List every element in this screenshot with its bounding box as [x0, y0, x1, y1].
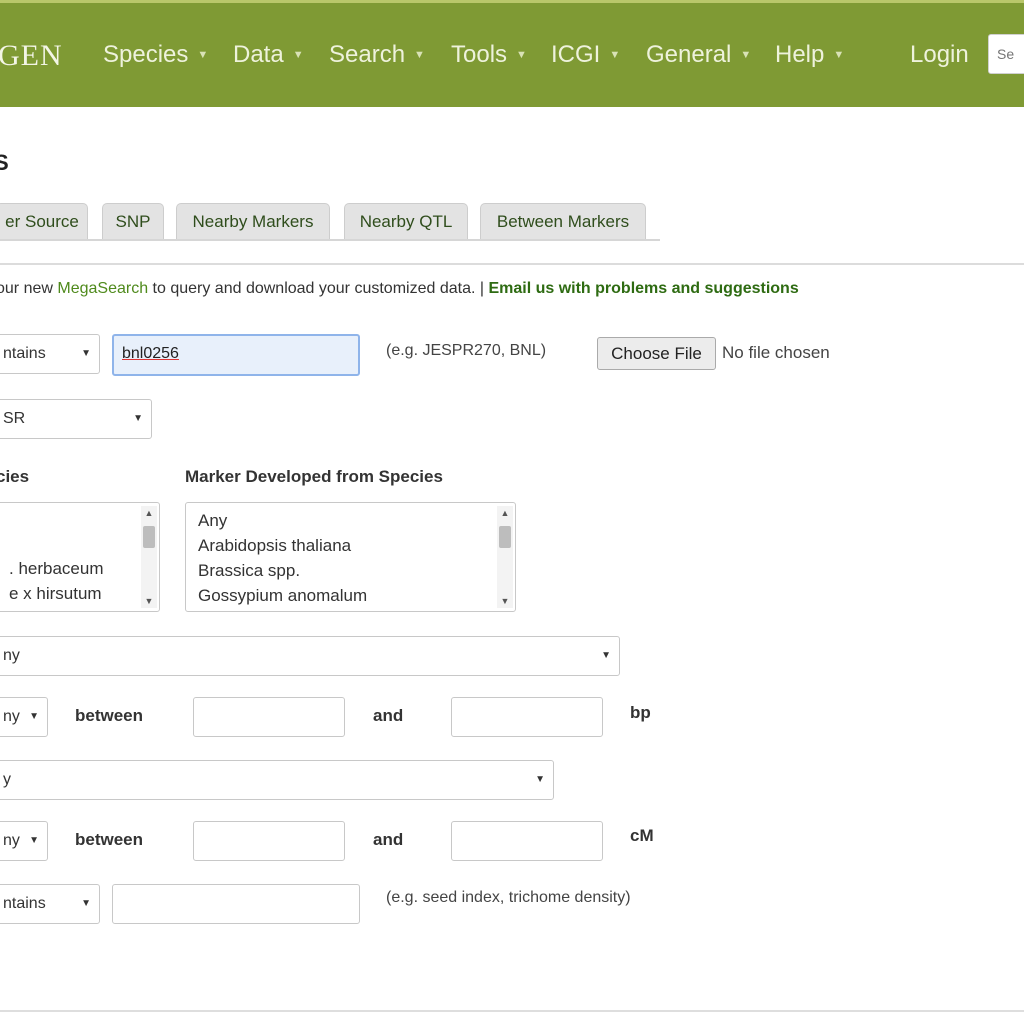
caret-down-icon: ▼ — [292, 49, 304, 61]
scroll-thumb[interactable] — [499, 526, 511, 548]
bp-between-label: between — [75, 706, 144, 725]
cm-end-input[interactable] — [451, 821, 603, 861]
cm-between-label: between — [75, 830, 144, 849]
bp-chromosome-value: ny — [3, 708, 20, 725]
tab-marker-source[interactable]: er Source — [0, 203, 88, 239]
tab-underline — [0, 239, 660, 241]
chevron-down-icon: ▼ — [601, 650, 611, 661]
cm-and-label: and — [373, 830, 404, 849]
info-middle: to query and download your customized da… — [148, 280, 489, 297]
genetic-map-select[interactable]: y ▼ — [0, 760, 554, 800]
nav-help[interactable]: Help ▼ — [775, 41, 844, 69]
chevron-down-icon: ▼ — [81, 898, 91, 909]
chevron-down-icon: ▼ — [133, 413, 143, 424]
species-listbox[interactable]: . herbaceum e x hirsutum ▲ ▼ — [0, 502, 160, 612]
genetic-map-value: y — [3, 771, 11, 788]
species-option[interactable]: . herbaceum — [9, 559, 104, 579]
nav-data-label: Data — [233, 41, 284, 68]
marker-name-value: bnl0256 — [122, 345, 179, 362]
nav-search[interactable]: Search ▼ — [329, 41, 425, 69]
tab-between-markers[interactable]: Between Markers — [480, 203, 646, 239]
marker-type-select[interactable]: SR ▼ — [0, 399, 152, 439]
nav-help-label: Help — [775, 41, 825, 68]
tab-snp[interactable]: SNP — [102, 203, 164, 239]
map-select[interactable]: ny ▼ — [0, 636, 620, 676]
nav-icgi-label: ICGI — [551, 41, 601, 68]
marker-name-input[interactable]: bnl0256 — [112, 334, 360, 376]
caret-down-icon: ▼ — [414, 49, 425, 61]
developed-option-any[interactable]: Any — [198, 511, 227, 531]
cm-start-input[interactable] — [193, 821, 345, 861]
chevron-down-icon: ▼ — [535, 774, 545, 785]
caret-down-icon: ▼ — [516, 49, 527, 61]
no-file-chosen-text: No file chosen — [722, 343, 830, 362]
megasearch-link[interactable]: MegaSearch — [57, 280, 148, 297]
species-scrollbar[interactable]: ▲ ▼ — [141, 506, 157, 608]
trait-operator-value: ntains — [3, 895, 46, 912]
chevron-down-icon: ▼ — [29, 711, 39, 722]
nav-tools-label: Tools — [451, 41, 508, 68]
nav-general[interactable]: General ▼ — [646, 41, 751, 69]
nav-data[interactable]: Data ▼ — [233, 41, 304, 69]
chevron-down-icon: ▼ — [29, 835, 39, 846]
bottom-divider — [0, 1010, 1024, 1012]
site-logo[interactable]: GEN — [0, 39, 63, 73]
trait-operator-select[interactable]: ntains ▼ — [0, 884, 100, 924]
bp-chromosome-select[interactable]: ny ▼ — [0, 697, 48, 737]
bp-start-input[interactable] — [193, 697, 345, 737]
caret-down-icon: ▼ — [833, 49, 845, 61]
cm-linkage-value: ny — [3, 832, 20, 849]
tab-nearby-qtl[interactable]: Nearby QTL — [344, 203, 468, 239]
trait-hint: (e.g. seed index, trichome density) — [386, 889, 631, 906]
nav-species-label: Species — [103, 41, 189, 68]
name-operator-value: ntains — [3, 345, 46, 362]
nav-species[interactable]: Species ▼ — [103, 41, 208, 69]
nav-tools[interactable]: Tools ▼ — [451, 41, 527, 69]
caret-down-icon: ▼ — [740, 49, 752, 61]
nav-icgi[interactable]: ICGI ▼ — [551, 41, 620, 69]
developed-option-gossypium-anomalum[interactable]: Gossypium anomalum — [198, 586, 367, 606]
scroll-down-icon[interactable]: ▼ — [497, 596, 513, 606]
developed-option-arabidopsis[interactable]: Arabidopsis thaliana — [198, 536, 351, 556]
species-option[interactable]: e x hirsutum — [9, 584, 102, 604]
login-link[interactable]: Login — [910, 41, 969, 69]
cm-unit-label: cM — [630, 826, 654, 845]
info-banner: our new MegaSearch to query and download… — [0, 280, 799, 298]
cm-linkage-select[interactable]: ny ▼ — [0, 821, 48, 861]
developed-option-brassica[interactable]: Brassica spp. — [198, 561, 300, 581]
site-search-input[interactable] — [988, 34, 1024, 74]
trait-input[interactable] — [112, 884, 360, 924]
scroll-down-icon[interactable]: ▼ — [141, 596, 157, 606]
name-operator-select[interactable]: ntains ▼ — [0, 334, 100, 374]
top-navbar: GEN Species ▼ Data ▼ Search ▼ Tools ▼ IC… — [0, 3, 1024, 107]
info-prefix: our new — [0, 280, 58, 297]
developed-species-label: Marker Developed from Species — [185, 467, 443, 486]
marker-type-value: SR — [3, 410, 26, 427]
tab-nearby-markers[interactable]: Nearby Markers — [176, 203, 330, 239]
scroll-up-icon[interactable]: ▲ — [141, 508, 157, 518]
bp-unit-label: bp — [630, 703, 651, 722]
choose-file-button[interactable]: Choose File — [597, 337, 716, 370]
marker-name-hint: (e.g. JESPR270, BNL) — [386, 342, 547, 359]
caret-down-icon: ▼ — [609, 49, 621, 61]
nav-search-label: Search — [329, 41, 406, 68]
map-select-value: ny — [3, 647, 20, 664]
bp-and-label: and — [373, 706, 404, 725]
chevron-down-icon: ▼ — [81, 348, 91, 359]
scroll-thumb[interactable] — [143, 526, 155, 548]
scroll-up-icon[interactable]: ▲ — [497, 508, 513, 518]
bp-end-input[interactable] — [451, 697, 603, 737]
developed-scrollbar[interactable]: ▲ ▼ — [497, 506, 513, 608]
developed-species-listbox[interactable]: Any Arabidopsis thaliana Brassica spp. G… — [185, 502, 516, 612]
section-divider — [0, 263, 1024, 265]
species-label: cies — [0, 467, 30, 486]
email-us-link[interactable]: Email us with problems and suggestions — [488, 280, 798, 297]
page-title: S — [0, 150, 9, 175]
caret-down-icon: ▼ — [197, 49, 209, 61]
nav-general-label: General — [646, 41, 732, 68]
